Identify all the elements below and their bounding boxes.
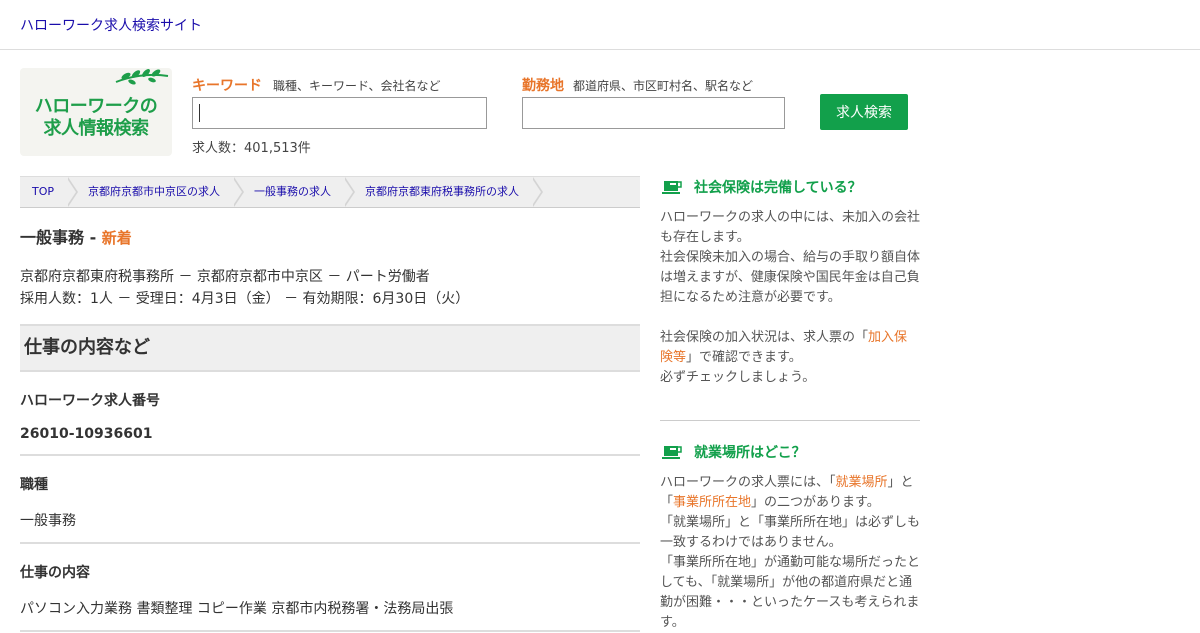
cup-icon <box>662 446 682 459</box>
breadcrumb: TOP 京都府京都市中京区の求人 一般事務の求人 京都府京都東府税事務所の求人 <box>20 176 640 208</box>
detail-value: パソコン入力業務 書類整理 コピー作業 京都市内税務署・法務局出張 <box>20 601 454 617</box>
workplace-link[interactable]: 就業場所 <box>836 475 888 490</box>
text-caret <box>199 104 200 122</box>
detail-label: ハローワーク求人番号 <box>20 393 160 409</box>
detail-value: 一般事務 <box>20 513 76 529</box>
job-count: 求人数：401,513件 <box>192 141 311 156</box>
insurance-text-1: ハローワークの求人の中には、未加入の会社も存在します。 <box>660 210 921 245</box>
title-separator: - <box>84 228 102 247</box>
site-logo[interactable]: ハローワークの 求人情報検索 <box>20 68 172 156</box>
search-area: ハローワークの 求人情報検索 キーワード 職種、キーワード、会社名など 求人数：… <box>20 68 920 168</box>
detail-item-occupation: 職種 一般事務 <box>20 456 640 544</box>
breadcrumb-area[interactable]: 京都府京都市中京区の求人 <box>68 177 245 207</box>
workplace-heading: 就業場所はどこ？ <box>660 441 920 463</box>
site-title-link[interactable]: ハローワーク求人検索サイト <box>20 15 202 35</box>
job-meta-line1: 京都府京都東府税事務所 － 京都府京都市中京区 － パート労働者 <box>20 269 430 285</box>
workplace-text-3: 「事業所所在地」が通勤可能な場所だったとしても、「就業場所」が他の都道府県だと通… <box>660 555 921 630</box>
keyword-hint: 職種、キーワード、会社名など <box>273 79 441 93</box>
insurance-text-3: 社会保険の加入状況は、求人票の「加入保険等」で確認できます。 <box>660 328 920 368</box>
job-detail: 一般事務 - 新着 京都府京都東府税事務所 － 京都府京都市中京区 － パート労… <box>20 210 640 632</box>
detail-label: 職種 <box>20 477 48 493</box>
location-input[interactable] <box>522 97 785 129</box>
cup-icon <box>662 181 682 194</box>
detail-label: 仕事の内容 <box>20 565 90 581</box>
job-meta: 京都府京都東府税事務所 － 京都府京都市中京区 － パート労働者 採用人数：1人… <box>20 266 640 310</box>
insurance-text-3-pre: 社会保険の加入状況は、求人票の「 <box>660 330 869 345</box>
site-header: ハローワーク求人検索サイト <box>0 0 1200 50</box>
sidebar-divider <box>660 420 920 421</box>
insurance-text: ハローワークの求人の中には、未加入の会社も存在します。 社会保険未加入の場合、給… <box>660 208 920 388</box>
location-label: 勤務地 <box>522 78 564 94</box>
search-button[interactable]: 求人検索 <box>820 94 908 130</box>
job-title: 一般事務 - 新着 <box>20 224 640 248</box>
breadcrumb-company[interactable]: 京都府京都東府税事務所の求人 <box>345 177 544 207</box>
workplace-text-1-pre: ハローワークの求人票には、「 <box>660 475 836 490</box>
job-title-text: 一般事務 <box>20 228 85 247</box>
section-title: 仕事の内容など <box>20 324 640 372</box>
workplace-heading-text: 就業場所はどこ？ <box>694 445 806 461</box>
sidebar: 社会保険は完備している？ ハローワークの求人の中には、未加入の会社も存在します。… <box>660 176 920 633</box>
workplace-text-1-post: 」の二つがあります。 <box>751 495 880 510</box>
detail-item-job-content: 仕事の内容 パソコン入力業務 書類整理 コピー作業 京都市内税務署・法務局出張 <box>20 544 640 632</box>
workplace-text-2: 「就業場所」と「事業所所在地」は必ずしも一致するわけではありません。 <box>660 515 921 550</box>
job-meta-line2: 採用人数：1人 － 受理日：4月3日（金） － 有効期限：6月30日（火） <box>20 291 470 307</box>
insurance-heading-text: 社会保険は完備している？ <box>694 180 862 196</box>
detail-item-job-number: ハローワーク求人番号 26010-10936601 <box>20 372 640 456</box>
leaf-icon <box>115 69 169 85</box>
keyword-input[interactable] <box>192 97 487 129</box>
breadcrumb-occupation[interactable]: 一般事務の求人 <box>234 177 356 207</box>
insurance-text-4: 必ずチェックしましょう。 <box>660 370 816 385</box>
new-badge: 新着 <box>101 229 132 247</box>
detail-value: 26010-10936601 <box>20 426 153 442</box>
breadcrumb-top[interactable]: TOP <box>20 177 79 207</box>
insurance-heading: 社会保険は完備している？ <box>660 176 920 198</box>
logo-text-line2: 求人情報検索 <box>43 118 150 139</box>
workplace-text: ハローワークの求人票には、「就業場所」と「事業所所在地」の二つがあります。 「就… <box>660 473 920 633</box>
location-hint: 都道府県、市区町村名、駅名など <box>573 79 754 93</box>
insurance-text-3-post: 」で確認できます。 <box>686 350 802 365</box>
insurance-text-2: 社会保険未加入の場合、給与の手取り額自体は増えますが、健康保険や国民年金は自己負… <box>660 250 921 305</box>
keyword-label: キーワード <box>192 78 262 94</box>
workplace-text-1: ハローワークの求人票には、「就業場所」と「事業所所在地」の二つがあります。 <box>660 473 920 513</box>
office-location-link[interactable]: 事業所所在地 <box>673 495 751 510</box>
